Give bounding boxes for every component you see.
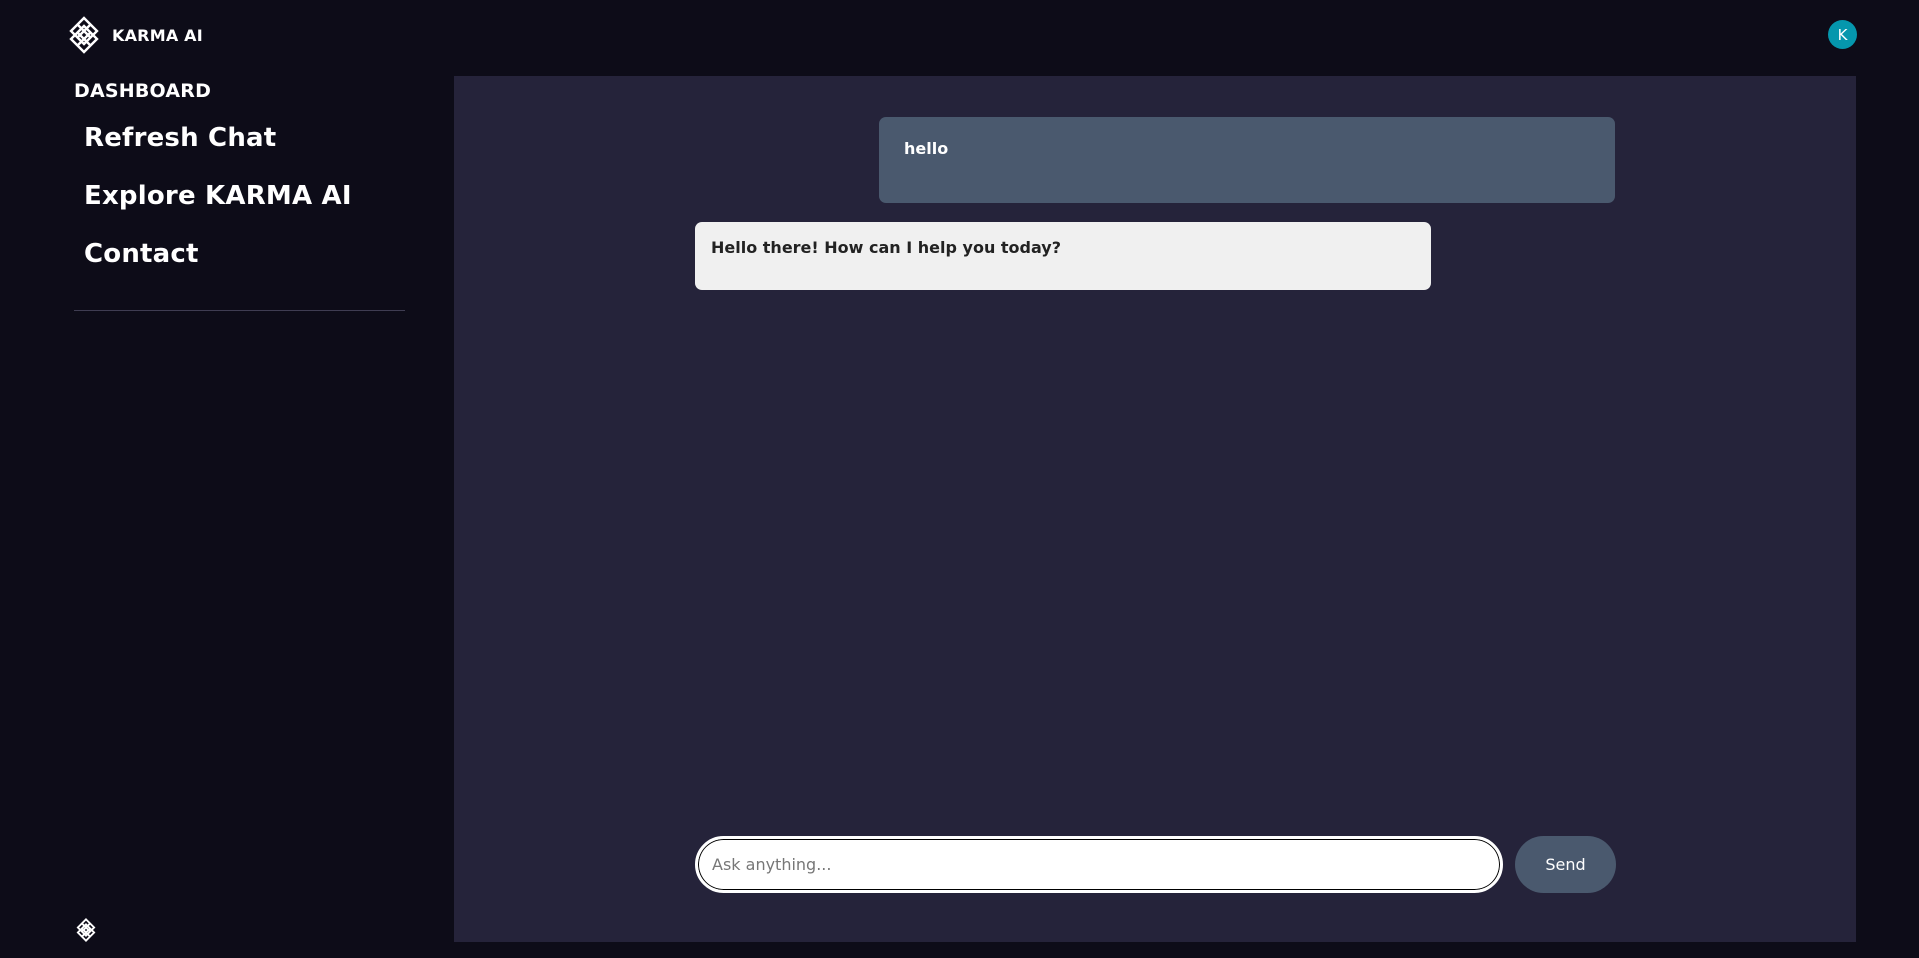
sidebar-nav: Refresh Chat Explore KARMA AI Contact	[74, 120, 405, 294]
sidebar-title: DASHBOARD	[74, 80, 212, 102]
sidebar-divider	[74, 310, 405, 311]
assistant-message: Hello there! How can I help you today?	[695, 222, 1431, 290]
user-message: hello	[879, 117, 1615, 203]
sidebar-item-explore[interactable]: Explore KARMA AI	[74, 178, 405, 236]
sidebar-item-refresh-chat[interactable]: Refresh Chat	[74, 120, 405, 178]
app-root: KARMA AI K DASHBOARD Refresh Chat Explor…	[0, 0, 1919, 958]
chat-input[interactable]	[695, 836, 1503, 893]
endless-knot-logo-icon	[69, 16, 99, 54]
send-button[interactable]: Send	[1515, 836, 1616, 893]
sidebar-item-contact[interactable]: Contact	[74, 236, 405, 294]
brand-logo[interactable]: KARMA AI	[68, 16, 203, 54]
brand-name: KARMA AI	[112, 25, 203, 45]
chat-panel: hello Hello there! How can I help you to…	[454, 76, 1856, 942]
user-avatar[interactable]: K	[1828, 20, 1857, 49]
endless-knot-icon[interactable]	[76, 918, 96, 942]
sidebar: DASHBOARD Refresh Chat Explore KARMA AI …	[74, 78, 405, 294]
